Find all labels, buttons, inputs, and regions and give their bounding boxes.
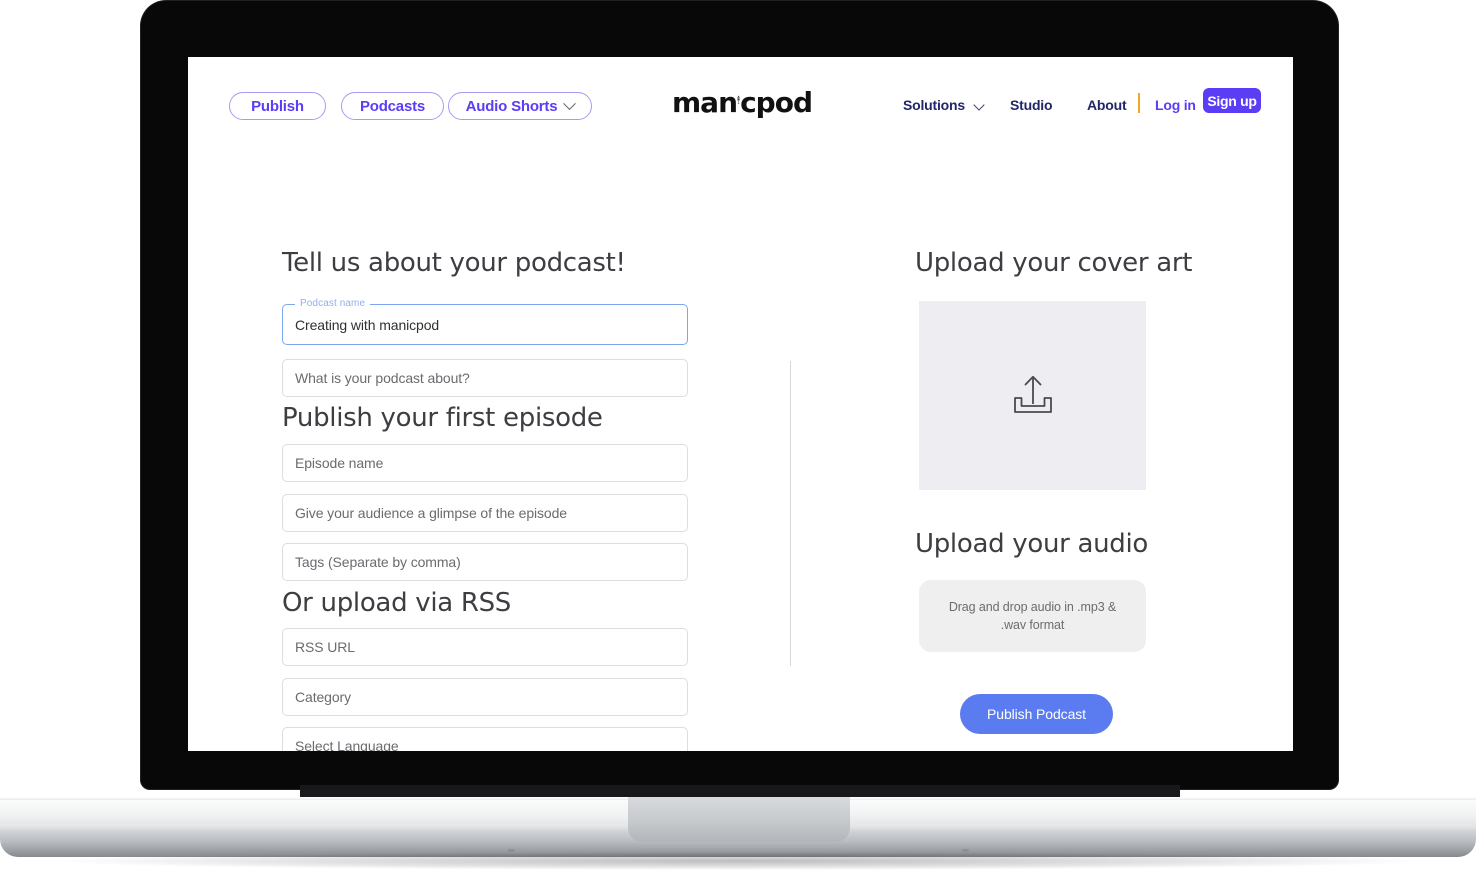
nav-pill-audio-shorts[interactable]: Audio Shorts — [448, 92, 592, 120]
rss-url-input[interactable]: RSS URL — [282, 628, 688, 666]
audio-dropzone[interactable]: Drag and drop audio in .mp3 & .wav forma… — [919, 580, 1146, 652]
category-placeholder: Category — [295, 689, 352, 705]
laptop-shadow — [60, 852, 1416, 870]
cover-art-heading: Upload your cover art — [915, 248, 1193, 278]
language-placeholder: Select Language — [295, 738, 399, 751]
laptop-screen: Publish Podcasts Audio Shorts man cpod S… — [188, 57, 1293, 751]
nav-pill-audio-shorts-label: Audio Shorts — [465, 97, 558, 115]
upload-tray-icon — [1013, 375, 1052, 413]
podcast-name-label: Podcast name — [295, 298, 371, 309]
chevron-down-icon — [563, 96, 577, 110]
nav-pill-podcasts[interactable]: Podcasts — [341, 92, 444, 120]
webpage: Publish Podcasts Audio Shorts man cpod S… — [188, 57, 1293, 751]
column-divider — [790, 361, 791, 666]
language-select[interactable]: Select Language — [282, 727, 688, 751]
nav-link-studio[interactable]: Studio — [1010, 97, 1053, 113]
audio-dropzone-text: Drag and drop audio in .mp3 & .wav forma… — [948, 599, 1117, 632]
site-header: Publish Podcasts Audio Shorts man cpod S… — [188, 57, 1293, 149]
episode-name-input[interactable]: Episode name — [282, 444, 688, 482]
nav-pill-publish-label: Publish — [251, 97, 304, 115]
podcast-description-placeholder: What is your podcast about? — [295, 370, 470, 386]
tags-input[interactable]: Tags (Separate by comma) — [282, 543, 688, 581]
chevron-down-icon[interactable] — [973, 99, 985, 111]
category-select[interactable]: Category — [282, 678, 688, 716]
nav-link-login[interactable]: Log in — [1155, 97, 1196, 113]
podcast-name-input[interactable]: Podcast name Creating with manicpod — [282, 298, 688, 345]
tags-placeholder: Tags (Separate by comma) — [295, 554, 461, 570]
nav-divider — [1138, 93, 1140, 113]
rss-section-heading: Or upload via RSS — [282, 588, 512, 618]
signup-button[interactable]: Sign up — [1203, 88, 1261, 113]
nav-link-solutions[interactable]: Solutions — [903, 97, 965, 113]
cover-art-dropzone[interactable] — [919, 301, 1146, 490]
podcast-description-input[interactable]: What is your podcast about? — [282, 359, 688, 397]
audio-upload-heading: Upload your audio — [915, 529, 1149, 559]
rss-url-placeholder: RSS URL — [295, 639, 355, 655]
laptop-mockup: Publish Podcasts Audio Shorts man cpod S… — [0, 0, 1476, 872]
publish-podcast-button[interactable]: Publish Podcast — [960, 694, 1113, 734]
episode-name-placeholder: Episode name — [295, 455, 384, 471]
brand-logo[interactable]: man cpod — [672, 81, 813, 125]
podcast-name-value: Creating with manicpod — [295, 316, 440, 333]
laptop-trackpad-notch — [628, 797, 850, 842]
nav-link-about[interactable]: About — [1087, 97, 1127, 113]
brand-wordmark-left: man — [672, 86, 738, 119]
episode-description-input[interactable]: Give your audience a glimpse of the epis… — [282, 494, 688, 532]
page-title: Tell us about your podcast! — [282, 248, 626, 278]
episode-description-placeholder: Give your audience a glimpse of the epis… — [295, 505, 567, 521]
nav-pill-podcasts-label: Podcasts — [359, 97, 426, 115]
main-content: Tell us about your podcast! Podcast name… — [188, 149, 1293, 751]
episode-section-heading: Publish your first episode — [282, 403, 603, 433]
brand-wordmark-right: cpod — [740, 86, 813, 119]
nav-pill-publish[interactable]: Publish — [229, 92, 326, 120]
microphone-icon — [737, 95, 740, 104]
